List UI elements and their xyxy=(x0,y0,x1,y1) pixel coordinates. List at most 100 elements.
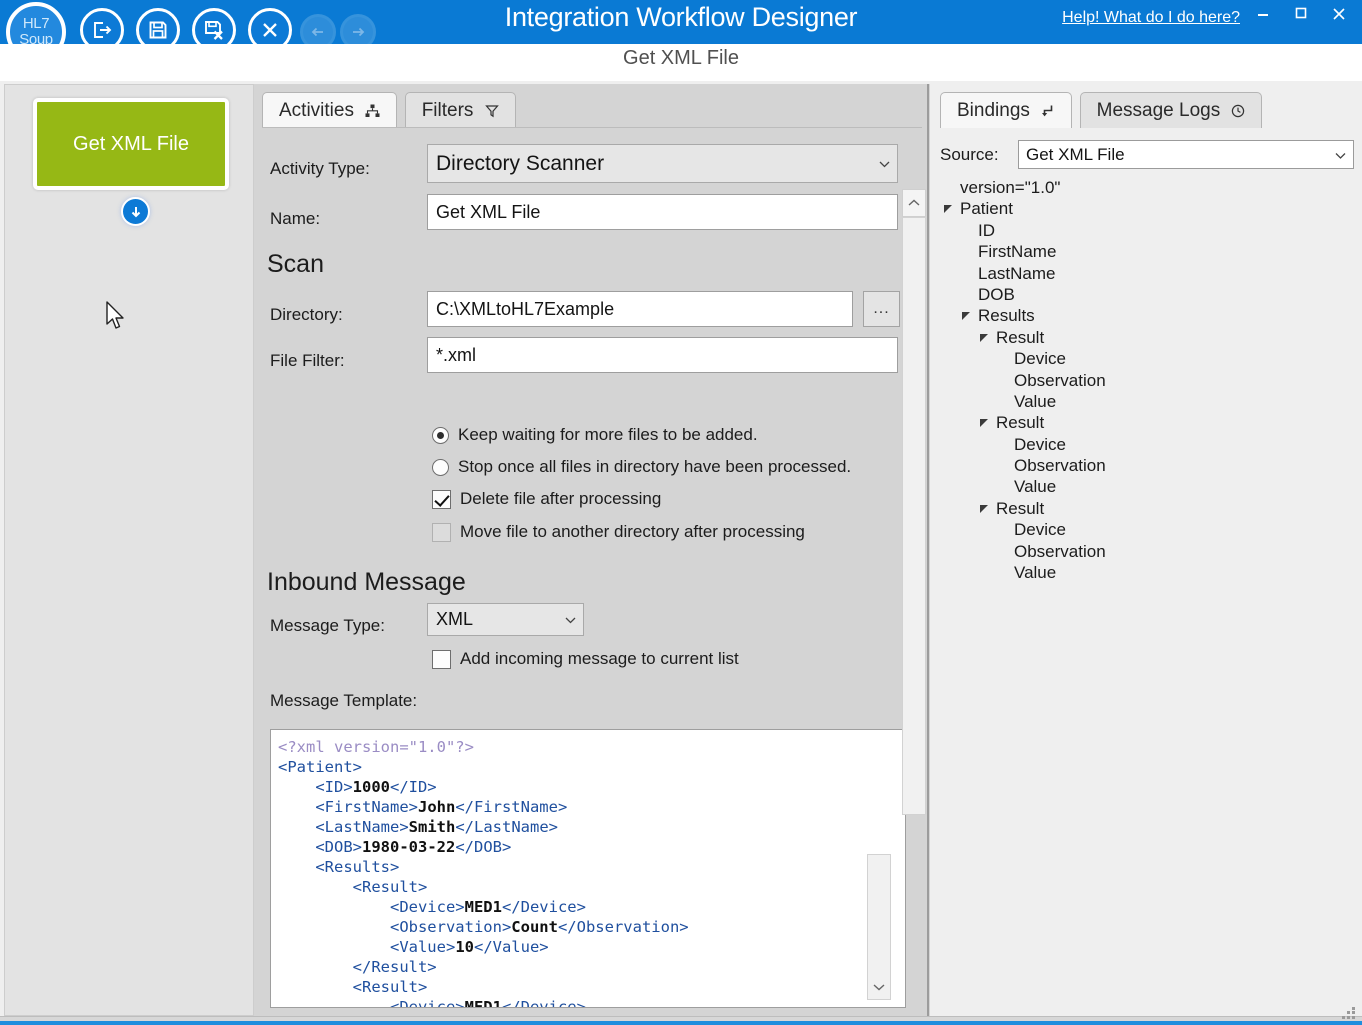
directory-value: C:\XMLtoHL7Example xyxy=(436,298,615,319)
tree-node[interactable]: Value xyxy=(942,392,1342,413)
close-button[interactable] xyxy=(1324,6,1354,34)
tree-node[interactable]: version="1.0" xyxy=(942,178,1342,199)
tab-message-logs[interactable]: Message Logs xyxy=(1079,92,1263,128)
directory-input[interactable]: C:\XMLtoHL7Example xyxy=(427,291,853,327)
code-line: <Device>MED1</Device> xyxy=(278,898,586,916)
message-type-select[interactable]: XML xyxy=(427,603,584,636)
minimize-button[interactable] xyxy=(1248,6,1278,34)
code-line: <ID>1000</ID> xyxy=(278,778,437,796)
tree-node[interactable]: Result xyxy=(942,328,1342,349)
resize-grip[interactable] xyxy=(1342,1007,1358,1020)
maximize-button[interactable] xyxy=(1286,6,1316,34)
history-clock-icon xyxy=(1232,104,1245,118)
tree-node[interactable]: LastName xyxy=(942,264,1342,285)
tree-node-label: FirstName xyxy=(978,242,1057,262)
name-input[interactable]: Get XML File xyxy=(427,194,898,230)
tree-node[interactable]: Results xyxy=(942,306,1342,327)
directory-label: Directory: xyxy=(270,305,343,324)
tree-node[interactable]: DOB xyxy=(942,285,1342,306)
help-link[interactable]: Help! What do I do here? xyxy=(1062,9,1240,27)
application-window: Integration Workflow Designer Help! What… xyxy=(0,0,1362,1025)
checkbox-move-after-processing[interactable]: Move file to another directory after pro… xyxy=(432,522,805,542)
message-type-label: Message Type: xyxy=(270,616,385,635)
tree-node[interactable]: FirstName xyxy=(942,242,1342,263)
message-template-editor[interactable]: <?xml version="1.0"?> <Patient> <ID>1000<… xyxy=(270,729,906,1008)
chevron-down-icon xyxy=(879,161,890,167)
checkbox-delete-after-processing[interactable]: Delete file after processing xyxy=(432,489,661,509)
tree-node-label: Result xyxy=(996,327,1045,347)
code-line: <Result> xyxy=(278,878,428,896)
checkbox-add-incoming-label: Add incoming message to current list xyxy=(460,649,739,668)
editor-scroll-down-button[interactable] xyxy=(867,974,891,1000)
tree-node-label: Device xyxy=(1014,520,1066,540)
radio-stop-once-indicator xyxy=(432,458,449,476)
tree-expander-icon[interactable] xyxy=(980,504,989,514)
bindings-tree[interactable]: version="1.0" Patient ID FirstName LastName D… xyxy=(942,178,1342,584)
tree-node[interactable]: Patient xyxy=(942,199,1342,220)
tree-node-label: DOB xyxy=(978,284,1015,304)
tree-node-label: ID xyxy=(978,220,995,240)
radio-stop-once-label: Stop once all files in directory have be… xyxy=(458,457,852,476)
activity-type-select[interactable]: Directory Scanner xyxy=(427,144,898,183)
checkbox-move-indicator xyxy=(432,522,451,542)
tree-node-label: Result xyxy=(996,498,1045,518)
tree-node-label: Value xyxy=(1014,391,1057,411)
tree-expander-icon[interactable] xyxy=(980,419,989,428)
code-line: <Observation>Count</Observation> xyxy=(278,918,689,936)
tree-node[interactable]: Value xyxy=(942,477,1342,498)
mouse-cursor xyxy=(106,301,124,329)
tree-node[interactable]: Result xyxy=(942,499,1342,520)
tab-message-logs-label: Message Logs xyxy=(1096,100,1221,121)
tree-expander-icon[interactable] xyxy=(962,312,971,321)
tree-node-label: Observation xyxy=(1014,456,1106,476)
source-row: Source: Get XML File xyxy=(940,140,1354,170)
add-activity-down-icon[interactable] xyxy=(121,197,150,226)
form-scroll-track[interactable] xyxy=(902,217,926,815)
tree-node-label: Value xyxy=(1014,477,1057,497)
tree-node[interactable]: Observation xyxy=(942,456,1342,477)
file-filter-input[interactable]: *.xml xyxy=(427,337,898,373)
name-label: Name: xyxy=(270,209,321,228)
scan-section-header: Scan xyxy=(267,250,324,278)
logo-line-1: HL7 xyxy=(22,15,50,32)
chevron-down-icon xyxy=(1335,153,1346,159)
activity-settings-pane: Activities Filters Activity Type: Direct xyxy=(254,84,930,1016)
radio-keep-waiting[interactable]: Keep waiting for more files to be added. xyxy=(432,425,758,445)
radio-keep-waiting-indicator xyxy=(432,426,449,444)
checkbox-add-incoming-message[interactable]: Add incoming message to current list xyxy=(432,649,739,669)
tab-bindings[interactable]: Bindings xyxy=(940,92,1073,128)
tree-node[interactable]: Device xyxy=(942,520,1342,541)
tree-expander-icon[interactable] xyxy=(944,205,953,214)
message-template-code[interactable]: <?xml version="1.0"?> <Patient> <ID>1000<… xyxy=(278,737,878,1007)
tree-node[interactable]: Observation xyxy=(942,542,1342,563)
workflow-node-get-xml-file[interactable]: Get XML File xyxy=(33,98,229,190)
activity-form: Activity Type: Directory Scanner Name: G… xyxy=(262,127,922,1008)
code-line: <Results> xyxy=(278,858,400,876)
tree-node-label: Results xyxy=(978,306,1035,326)
tree-node[interactable]: ID xyxy=(942,221,1342,242)
tree-node[interactable]: Result xyxy=(942,413,1342,434)
browse-directory-button[interactable]: ... xyxy=(863,291,900,327)
right-tab-strip: Bindings Message Logs xyxy=(940,92,1265,128)
checkbox-delete-label: Delete file after processing xyxy=(460,489,662,508)
tree-node-label: Device xyxy=(1014,349,1066,369)
bottom-accent-bar xyxy=(0,1021,1362,1025)
form-scroll-up-button[interactable] xyxy=(902,189,926,217)
tab-activities[interactable]: Activities xyxy=(262,92,398,128)
activity-type-value: Directory Scanner xyxy=(436,151,605,175)
checkbox-move-label: Move file to another directory after pro… xyxy=(460,522,805,541)
workflow-canvas[interactable]: Get XML File xyxy=(4,84,254,1016)
source-label: Source: xyxy=(940,145,999,164)
tree-node[interactable]: Value xyxy=(942,563,1342,584)
tab-bindings-label: Bindings xyxy=(957,100,1030,121)
tree-node[interactable]: Observation xyxy=(942,371,1342,392)
tree-node-label: Result xyxy=(996,413,1045,433)
tab-filters[interactable]: Filters xyxy=(404,92,516,128)
tree-node[interactable]: Device xyxy=(942,435,1342,456)
tree-node[interactable]: Device xyxy=(942,349,1342,370)
source-select[interactable]: Get XML File xyxy=(1018,140,1354,169)
tree-expander-icon[interactable] xyxy=(980,333,989,343)
radio-stop-once[interactable]: Stop once all files in directory have be… xyxy=(432,457,851,477)
checkbox-add-incoming-indicator xyxy=(432,649,451,669)
activity-type-label: Activity Type: xyxy=(270,159,370,178)
